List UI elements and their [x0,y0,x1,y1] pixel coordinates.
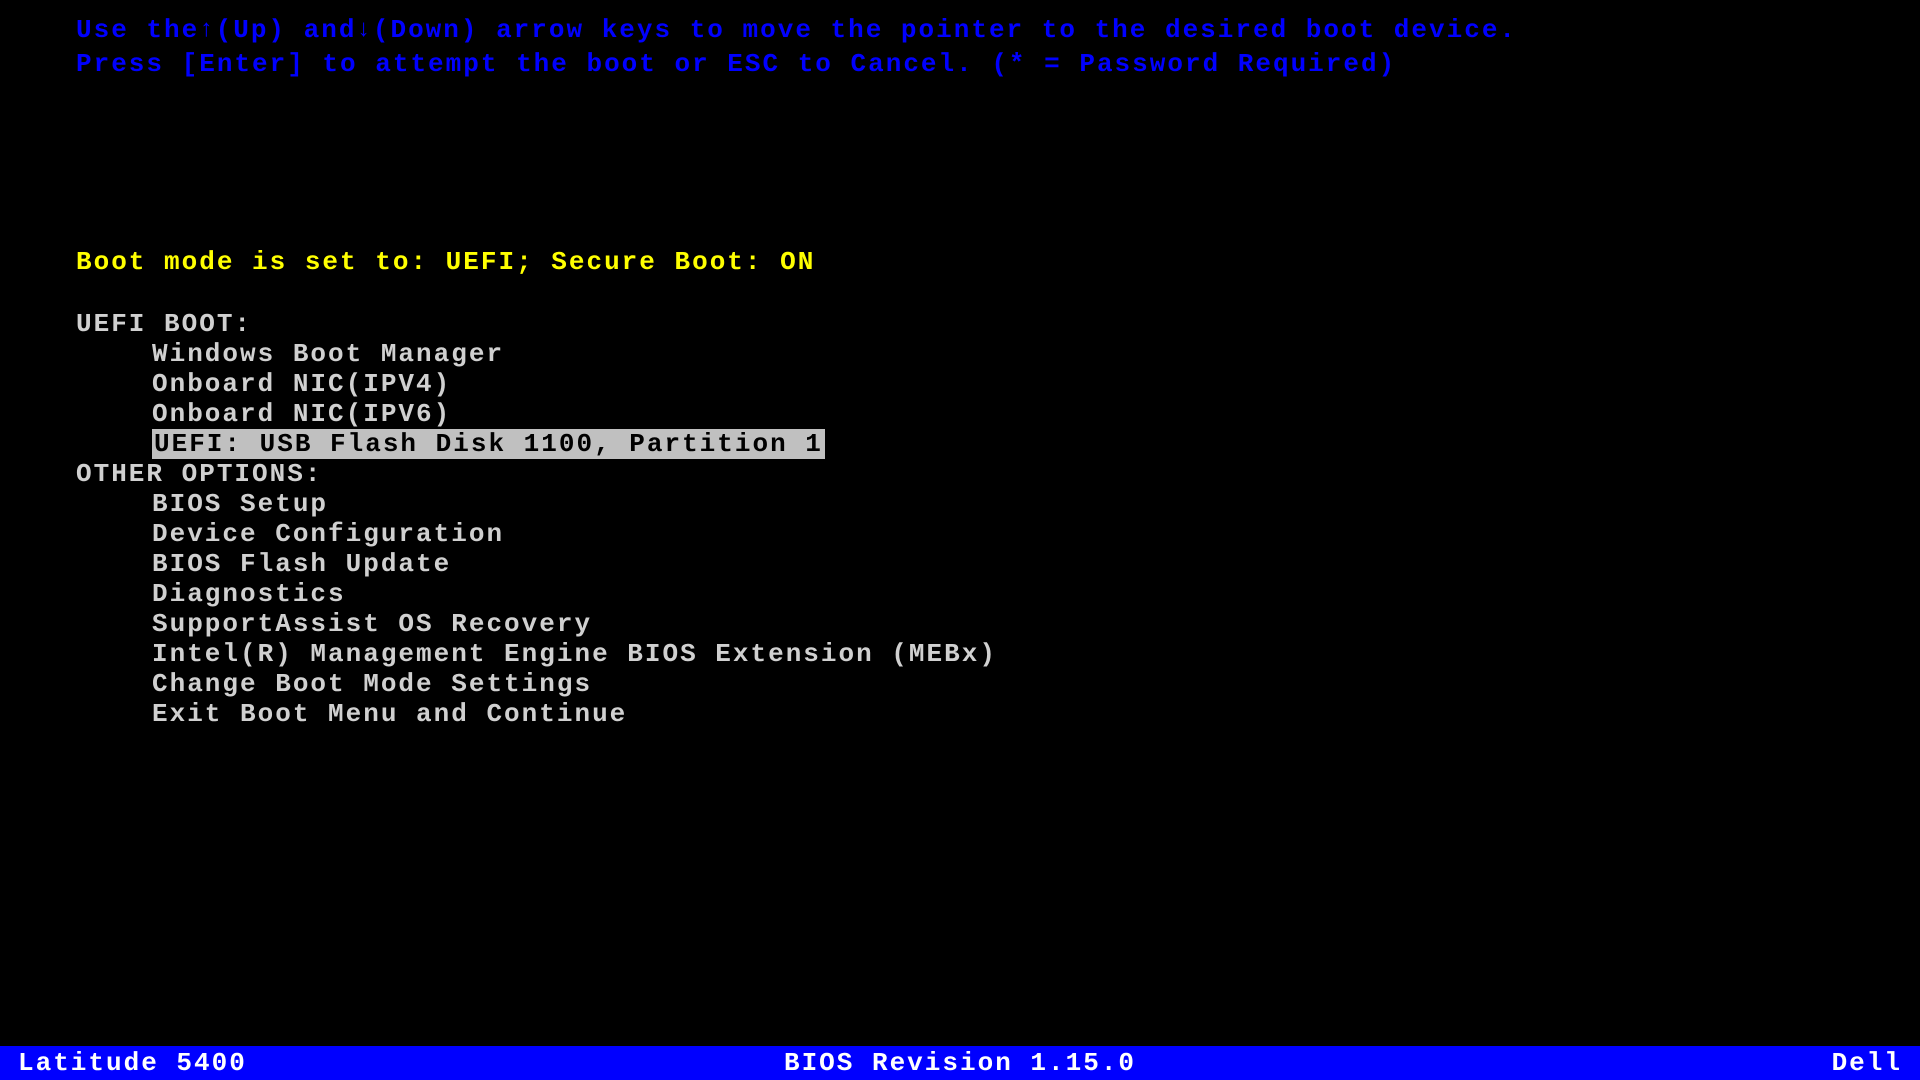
boot-item-onboard-nic-ipv4[interactable]: Onboard NIC(IPV4) [76,369,1844,399]
instruction-line2: Press [Enter] to attempt the boot or ESC… [76,48,1844,82]
instructions-text: Use the ↑ (Up) and ↓ (Down) arrow keys t… [76,14,1844,82]
boot-item-windows-boot-manager[interactable]: Windows Boot Manager [76,339,1844,369]
uefi-boot-section: UEFI BOOT: Windows Boot Manager Onboard … [76,309,1844,729]
uefi-boot-header: UEFI BOOT: [76,309,1844,339]
boot-item-uefi-usb-flash-disk[interactable]: UEFI: USB Flash Disk 1100, Partition 1 [76,429,1844,459]
instruction-line1-part2: (Up) and [216,14,357,48]
status-bar: Latitude 5400 BIOS Revision 1.15.0 Dell [0,1046,1920,1080]
instruction-line1-part3: (Down) arrow keys to move the pointer to… [373,14,1517,48]
up-arrow-icon: ↑ [199,15,215,46]
boot-item-bios-setup[interactable]: BIOS Setup [76,489,1844,519]
boot-item-onboard-nic-ipv6[interactable]: Onboard NIC(IPV6) [76,399,1844,429]
boot-item-supportassist-os-recovery[interactable]: SupportAssist OS Recovery [76,609,1844,639]
boot-item-bios-flash-update[interactable]: BIOS Flash Update [76,549,1844,579]
status-vendor: Dell [1832,1048,1902,1078]
boot-item-device-configuration[interactable]: Device Configuration [76,519,1844,549]
other-options-header: OTHER OPTIONS: [76,459,1844,489]
boot-item-exit-boot-menu[interactable]: Exit Boot Menu and Continue [76,699,1844,729]
boot-item-change-boot-mode[interactable]: Change Boot Mode Settings [76,669,1844,699]
boot-mode-status: Boot mode is set to: UEFI; Secure Boot: … [76,247,1844,277]
down-arrow-icon: ↓ [356,15,372,46]
status-model: Latitude 5400 [18,1048,247,1078]
boot-item-intel-mebx[interactable]: Intel(R) Management Engine BIOS Extensio… [76,639,1844,669]
boot-item-diagnostics[interactable]: Diagnostics [76,579,1844,609]
status-bios-revision: BIOS Revision 1.15.0 [784,1048,1136,1078]
instruction-line1-part1: Use the [76,14,199,48]
